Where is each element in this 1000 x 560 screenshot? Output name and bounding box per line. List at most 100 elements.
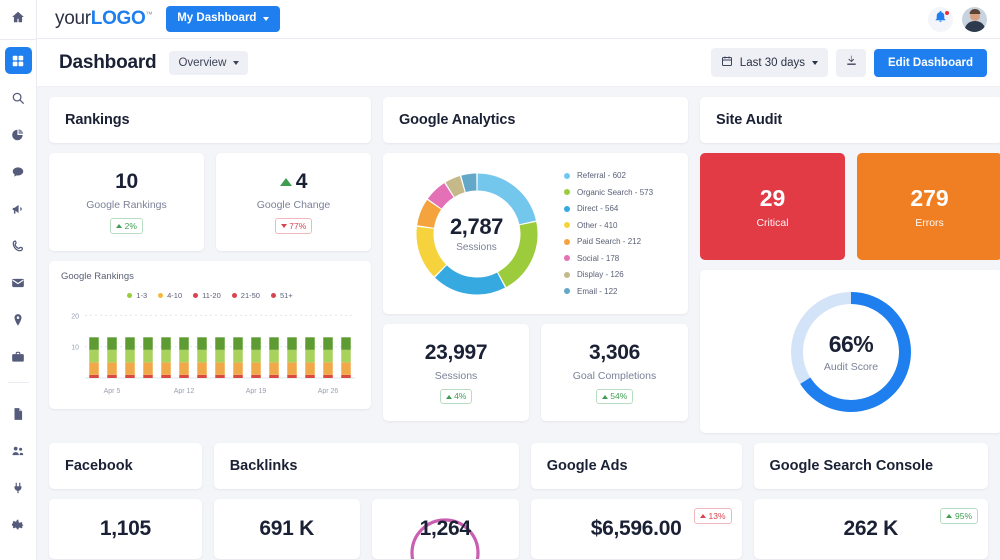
envelope-icon xyxy=(11,276,25,290)
top-row: Rankings 10 Google Rankings 2% 4 Google … xyxy=(49,97,1000,433)
sidebar-item-chat[interactable] xyxy=(5,158,32,185)
page-title: Dashboard xyxy=(59,51,157,73)
stat-search-console[interactable]: 95% 262 K xyxy=(753,499,988,559)
donut-segment xyxy=(460,173,477,192)
legend-item: Paid Search - 212 xyxy=(564,237,653,246)
download-button[interactable] xyxy=(836,48,867,77)
logo-prefix: your xyxy=(55,8,91,29)
sidebar-item-analytics[interactable] xyxy=(5,121,32,148)
rankings-card-header: Rankings xyxy=(49,97,371,143)
stat-value: 1,264 xyxy=(419,517,471,540)
bar-segment xyxy=(125,374,135,378)
logo[interactable]: yourLOGO™ xyxy=(55,8,153,30)
bar-segment xyxy=(287,374,297,378)
my-dashboard-label: My Dashboard xyxy=(177,12,257,25)
bar-segment xyxy=(287,349,297,363)
donut-segment xyxy=(497,221,537,287)
rankings-chart-title: Google Rankings xyxy=(61,271,134,282)
avatar[interactable] xyxy=(962,6,987,32)
stat-goal-completions[interactable]: 3,306 Goal Completions 54% xyxy=(541,324,688,421)
stat-facebook[interactable]: 1,105 xyxy=(49,499,202,559)
bar-segment xyxy=(215,362,225,375)
bar-segment xyxy=(143,349,153,363)
bar-segment xyxy=(269,374,279,378)
my-dashboard-button[interactable]: My Dashboard xyxy=(166,6,281,32)
backlinks-card-header: Backlinks xyxy=(213,443,519,489)
sidebar-item-dashboard[interactable] xyxy=(4,47,32,74)
sidebar-item-settings[interactable] xyxy=(5,511,32,538)
edit-dashboard-button[interactable]: Edit Dashboard xyxy=(874,48,987,77)
stat-referring-domains[interactable]: 1,264 xyxy=(371,499,519,559)
bar-segment xyxy=(269,337,279,350)
sidebar-item-reports[interactable] xyxy=(5,400,32,427)
bar-segment xyxy=(305,337,315,350)
legend-item: Display - 126 xyxy=(564,270,653,279)
legend-label: Organic Search - 573 xyxy=(577,187,654,197)
stat-sessions[interactable]: 23,997 Sessions 4% xyxy=(383,324,529,421)
stat-google-ads[interactable]: 13% $6,596.00 xyxy=(530,499,742,559)
stat-value: 1,105 xyxy=(99,517,151,540)
bar-segment xyxy=(197,374,207,378)
bar-segment xyxy=(161,349,171,363)
sidebar-item-users[interactable] xyxy=(5,437,32,464)
bar-segment xyxy=(269,349,279,363)
legend-dot xyxy=(564,205,570,212)
backlinks-stats-row: 691 K 1,264 xyxy=(213,499,519,559)
sidebar-item-calls[interactable] xyxy=(5,232,32,259)
y-axis-tick: 10 xyxy=(71,345,79,352)
bar-segment xyxy=(143,362,153,375)
bar-segment xyxy=(269,362,279,375)
legend-dot xyxy=(564,172,570,179)
bar-segment xyxy=(215,337,225,350)
audit-tiles-row: 29 Critical 279 Errors xyxy=(700,153,1000,260)
sidebar-item-email[interactable] xyxy=(5,269,32,296)
bar-segment xyxy=(341,374,351,378)
tile-value: 29 xyxy=(759,184,786,211)
date-range-picker[interactable]: Last 30 days xyxy=(710,48,829,77)
tile-errors[interactable]: 279 Errors xyxy=(857,153,1000,260)
status-badge: 2% xyxy=(110,218,143,234)
legend-label: Display - 126 xyxy=(577,270,624,280)
audit-score-gauge: 66% Audit Score xyxy=(781,282,921,422)
bar-segment xyxy=(323,374,333,378)
x-axis-tick: Apr 19 xyxy=(246,388,267,395)
view-selector[interactable]: Overview xyxy=(169,50,249,75)
sidebar-item-local[interactable] xyxy=(5,306,32,333)
page-header: Dashboard Overview Last 30 days Edit Das… xyxy=(37,39,1000,87)
megaphone-icon xyxy=(11,202,25,216)
bar-segment xyxy=(179,362,189,375)
rankings-chart-legend: 1-3 4-10 11-20 21-50 51+ xyxy=(61,291,359,300)
tile-critical[interactable]: 29 Critical xyxy=(700,153,845,260)
sidebar-item-integrations[interactable] xyxy=(5,474,32,501)
ga-donut-card: 2,787 Sessions Referral - 602 Organic Sea… xyxy=(383,153,688,314)
chevron-down-icon xyxy=(233,60,240,65)
stat-backlinks[interactable]: 691 K xyxy=(213,499,360,559)
backlinks-widget: Backlinks 691 K 1,264 xyxy=(213,443,519,559)
sidebar-item-home[interactable] xyxy=(0,0,36,39)
bottom-row: Facebook 1,105 Backlinks 691 K 1,264 Goo… xyxy=(49,443,988,559)
notifications-button[interactable] xyxy=(928,6,953,32)
donut-segment xyxy=(427,182,454,209)
stat-label: Google Rankings xyxy=(86,199,167,212)
chevron-down-icon xyxy=(263,17,270,21)
stat-value: 10 xyxy=(115,170,138,194)
sidebar-item-campaigns[interactable] xyxy=(5,195,32,222)
sidebar-item-business[interactable] xyxy=(5,343,32,370)
stat-google-rankings[interactable]: 10 Google Rankings 2% xyxy=(49,153,204,251)
sidebar-item-search[interactable] xyxy=(5,84,32,111)
document-icon xyxy=(11,407,25,421)
bar-segment xyxy=(215,374,225,378)
legend-label: Social - 178 xyxy=(577,253,620,263)
bar-segment xyxy=(107,337,117,350)
audit-score-card: 66% Audit Score xyxy=(700,270,1000,433)
bar-segment xyxy=(251,349,261,363)
stat-label: Goal Completions xyxy=(572,369,657,382)
x-axis-tick: Apr 26 xyxy=(318,388,339,395)
legend-item: Organic Search - 573 xyxy=(564,188,653,197)
stat-google-change[interactable]: 4 Google Change 77% xyxy=(216,153,371,251)
legend-dot xyxy=(564,271,570,278)
y-axis-tick: 20 xyxy=(71,313,79,320)
view-selector-label: Overview xyxy=(178,56,227,69)
donut-legend: Referral - 602 Organic Search - 573 Direct… xyxy=(564,171,653,296)
bar-segment xyxy=(233,374,243,378)
